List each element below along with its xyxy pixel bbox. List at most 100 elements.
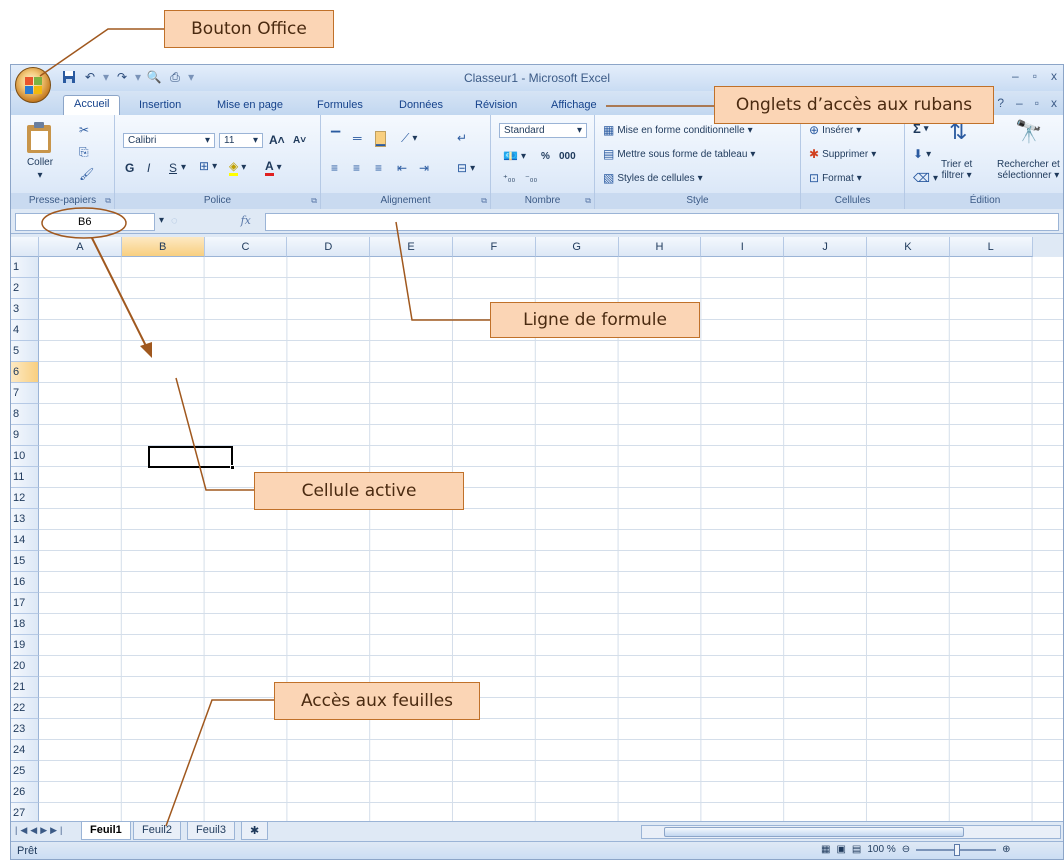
fill-color-icon[interactable]: ◈ ▾ bbox=[229, 159, 246, 176]
decrease-indent-icon[interactable]: ⇤ bbox=[397, 161, 407, 175]
tab-accueil[interactable]: Accueil bbox=[63, 95, 121, 115]
format-cells-button[interactable]: ⊡ Format ▾ bbox=[809, 171, 862, 185]
merge-center-icon[interactable]: ⊟ ▾ bbox=[457, 161, 475, 175]
font-size-select[interactable]: 11 ▾ bbox=[219, 133, 263, 148]
conditional-formatting-button[interactable]: ▦ Mise en forme conditionnelle ▾ bbox=[603, 123, 753, 137]
scroll-thumb[interactable] bbox=[664, 827, 964, 837]
row-header[interactable]: 5 bbox=[11, 341, 39, 362]
orientation-icon[interactable]: ⟋ ▾ bbox=[401, 131, 417, 146]
active-cell[interactable] bbox=[148, 446, 235, 470]
sheet-tab[interactable]: Feuil1 bbox=[81, 822, 131, 840]
prev-sheet-icon[interactable]: ◀ bbox=[30, 825, 40, 835]
formula-input[interactable] bbox=[265, 213, 1059, 231]
font-color-icon[interactable]: A ▾ bbox=[265, 159, 282, 176]
row-header[interactable]: 8 bbox=[11, 404, 39, 425]
delete-cells-button[interactable]: ✱ Supprimer ▾ bbox=[809, 147, 876, 161]
row-header[interactable]: 23 bbox=[11, 719, 39, 740]
tab-formules[interactable]: Formules bbox=[307, 97, 373, 115]
borders-icon[interactable]: ⊞ ▾ bbox=[199, 159, 217, 173]
italic-button[interactable]: I bbox=[147, 161, 150, 175]
row-header[interactable]: 26 bbox=[11, 782, 39, 803]
underline-dropdown-icon[interactable]: ▾ bbox=[181, 162, 186, 173]
align-right-icon[interactable]: ≡ bbox=[375, 161, 382, 175]
underline-button[interactable]: S bbox=[169, 161, 177, 175]
fill-handle[interactable] bbox=[230, 465, 235, 470]
fx-icon[interactable]: fx bbox=[241, 214, 251, 227]
select-all-corner[interactable] bbox=[11, 237, 39, 257]
row-header[interactable]: 16 bbox=[11, 572, 39, 593]
alignment-launcher-icon[interactable]: ⧉ bbox=[481, 196, 487, 206]
decrease-decimal-icon[interactable]: ⁻₀₀ bbox=[525, 173, 537, 184]
row-header[interactable]: 12 bbox=[11, 488, 39, 509]
clipboard-launcher-icon[interactable]: ⧉ bbox=[105, 196, 111, 206]
sheet-tab[interactable]: Feuil2 bbox=[133, 822, 181, 840]
next-sheet-icon[interactable]: ▶ bbox=[40, 825, 50, 835]
row-header[interactable]: 21 bbox=[11, 677, 39, 698]
name-box-dropdown-icon[interactable]: ▾ bbox=[159, 215, 164, 226]
thousands-button[interactable]: 000 bbox=[559, 151, 576, 162]
number-format-select[interactable]: Standard ▾ bbox=[499, 123, 587, 138]
clear-icon[interactable]: ⌫ ▾ bbox=[913, 171, 938, 185]
help-icon[interactable]: ? bbox=[997, 96, 1004, 110]
column-header[interactable]: F bbox=[453, 237, 536, 257]
increase-indent-icon[interactable]: ⇥ bbox=[419, 161, 429, 175]
zoom-in-icon[interactable]: ⊕ bbox=[1002, 844, 1010, 855]
sort-filter-button[interactable]: Trier et filtrer ▾ bbox=[941, 159, 972, 181]
cut-icon[interactable]: ✂ bbox=[79, 123, 89, 137]
maximize-icon[interactable]: ▫ bbox=[1033, 69, 1037, 83]
align-top-icon[interactable]: ▔ bbox=[331, 131, 340, 145]
fill-icon[interactable]: ⬇ ▾ bbox=[913, 147, 931, 161]
align-middle-icon[interactable]: ═ bbox=[353, 131, 362, 145]
grow-font-icon[interactable]: A˄ bbox=[269, 133, 285, 147]
currency-icon[interactable]: 💶 ▾ bbox=[503, 149, 526, 163]
find-select-button[interactable]: Rechercher et sélectionner ▾ bbox=[997, 159, 1060, 181]
column-header[interactable]: A bbox=[39, 237, 122, 257]
column-header[interactable]: K bbox=[867, 237, 950, 257]
column-header[interactable]: E bbox=[370, 237, 453, 257]
format-as-table-button[interactable]: ▤ Mettre sous forme de tableau ▾ bbox=[603, 147, 755, 161]
find-binoculars-icon[interactable]: 🔭 bbox=[1015, 119, 1042, 145]
row-header[interactable]: 10 bbox=[11, 446, 39, 467]
row-header[interactable]: 19 bbox=[11, 635, 39, 656]
paste-dropdown-icon[interactable]: ▾ bbox=[37, 170, 42, 181]
row-header[interactable]: 18 bbox=[11, 614, 39, 635]
column-header[interactable]: J bbox=[784, 237, 867, 257]
row-header[interactable]: 7 bbox=[11, 383, 39, 404]
insert-cells-button[interactable]: ⊕ Insérer ▾ bbox=[809, 123, 861, 137]
workbook-minimize-icon[interactable]: – bbox=[1016, 96, 1023, 110]
office-button[interactable] bbox=[15, 67, 51, 103]
row-header[interactable]: 24 bbox=[11, 740, 39, 761]
tab-donnees[interactable]: Données bbox=[389, 97, 453, 115]
tab-affichage[interactable]: Affichage bbox=[541, 97, 607, 115]
column-header[interactable]: H bbox=[618, 237, 702, 257]
tab-revision[interactable]: Révision bbox=[465, 97, 527, 115]
row-header[interactable]: 13 bbox=[11, 509, 39, 530]
row-header[interactable]: 20 bbox=[11, 656, 39, 677]
wrap-text-icon[interactable]: ↵ bbox=[457, 131, 467, 145]
horizontal-scrollbar[interactable] bbox=[641, 825, 1061, 839]
paste-button[interactable]: Coller ▾ bbox=[25, 121, 55, 181]
cell-styles-button[interactable]: ▧ Styles de cellules ▾ bbox=[603, 171, 703, 185]
align-center-icon[interactable]: ≡ bbox=[353, 161, 360, 175]
align-left-icon[interactable]: ≡ bbox=[331, 161, 338, 175]
page-break-view-icon[interactable]: ▤ bbox=[852, 844, 861, 855]
zoom-out-icon[interactable]: ⊖ bbox=[902, 844, 910, 855]
row-header[interactable]: 22 bbox=[11, 698, 39, 719]
format-painter-icon[interactable]: 🖌 bbox=[79, 167, 94, 181]
column-header[interactable]: C bbox=[204, 237, 288, 257]
row-header[interactable]: 11 bbox=[11, 467, 39, 488]
shrink-font-icon[interactable]: A˅ bbox=[293, 135, 306, 146]
number-launcher-icon[interactable]: ⧉ bbox=[585, 196, 591, 206]
normal-view-icon[interactable]: ▦ bbox=[821, 844, 830, 855]
font-launcher-icon[interactable]: ⧉ bbox=[311, 196, 317, 206]
row-header[interactable]: 2 bbox=[11, 278, 39, 299]
tab-mise-en-page[interactable]: Mise en page bbox=[207, 97, 293, 115]
zoom-level[interactable]: 100 % bbox=[867, 844, 895, 855]
copy-icon[interactable]: ⎘ bbox=[79, 145, 89, 160]
row-header[interactable]: 4 bbox=[11, 320, 39, 341]
row-header[interactable]: 14 bbox=[11, 530, 39, 551]
row-header[interactable]: 15 bbox=[11, 551, 39, 572]
close-icon[interactable]: x bbox=[1051, 69, 1057, 83]
row-header[interactable]: 6 bbox=[11, 362, 39, 383]
column-header[interactable]: D bbox=[287, 237, 371, 257]
